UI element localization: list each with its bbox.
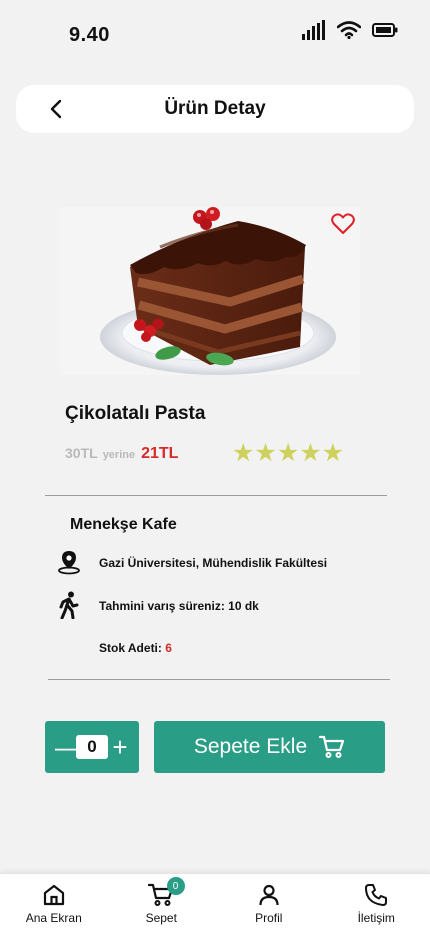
quantity-stepper: — + xyxy=(45,721,139,773)
divider xyxy=(48,679,390,680)
cart-badge: 0 xyxy=(166,877,185,895)
add-to-cart-button[interactable]: Sepete Ekle xyxy=(154,721,385,773)
old-price: 30TL xyxy=(65,445,98,461)
back-button[interactable] xyxy=(44,97,68,121)
heart-icon xyxy=(331,213,355,234)
decrease-quantity-button[interactable]: — xyxy=(55,734,81,760)
nav-contact-label: İletişim xyxy=(357,911,395,925)
walking-icon xyxy=(56,591,82,619)
shop-name: Menekşe Kafe xyxy=(70,516,177,533)
product-image xyxy=(60,207,360,375)
location-pin-icon xyxy=(56,549,82,575)
cart-icon xyxy=(319,735,345,758)
add-to-cart-label: Sepete Ekle xyxy=(193,735,308,758)
chevron-left-icon xyxy=(50,99,62,119)
nav-home-label: Ana Ekran xyxy=(25,911,82,925)
status-bar: 9.40 xyxy=(0,0,430,70)
status-icons xyxy=(302,20,398,40)
divider xyxy=(45,495,387,496)
phone-icon xyxy=(365,884,388,906)
favorite-button[interactable] xyxy=(331,213,355,237)
header-bar: Ürün Detay xyxy=(16,85,414,133)
price-row: 30TL yerine 21TL xyxy=(65,445,178,463)
increase-quantity-button[interactable]: + xyxy=(111,734,129,760)
nav-home[interactable]: Ana Ekran xyxy=(0,874,108,932)
user-icon xyxy=(259,884,279,906)
nav-cart[interactable]: 0 Sepet xyxy=(108,874,216,932)
signal-icon xyxy=(302,20,325,40)
bottom-nav: Ana Ekran 0 Sepet Profil İletişim xyxy=(0,873,430,932)
old-price-word: yerine xyxy=(102,449,136,461)
nav-profile-label: Profil xyxy=(255,911,283,925)
new-price: 21TL xyxy=(141,445,179,462)
quantity-input[interactable] xyxy=(76,735,108,759)
rating-stars: ★★★★★ xyxy=(232,439,345,467)
nav-cart-label: Sepet xyxy=(145,911,177,925)
product-name: Çikolatalı Pasta xyxy=(65,403,206,424)
wifi-icon xyxy=(337,21,361,39)
nav-contact[interactable]: İletişim xyxy=(323,874,430,932)
stock-label: Stok Adeti: xyxy=(99,641,162,655)
stock-value: 6 xyxy=(165,641,172,655)
stock-info: Stok Adeti: 6 xyxy=(99,641,172,655)
nav-profile[interactable]: Profil xyxy=(215,874,323,932)
page-title: Ürün Detay xyxy=(164,98,266,119)
home-icon xyxy=(43,884,64,906)
status-time: 9.40 xyxy=(69,24,110,46)
delivery-time: Tahmini varış süreniz: 10 dk xyxy=(99,599,259,613)
battery-icon xyxy=(372,23,398,37)
cake-illustration xyxy=(60,207,360,375)
shop-location: Gazi Üniversitesi, Mühendislik Fakültesi xyxy=(99,556,328,570)
